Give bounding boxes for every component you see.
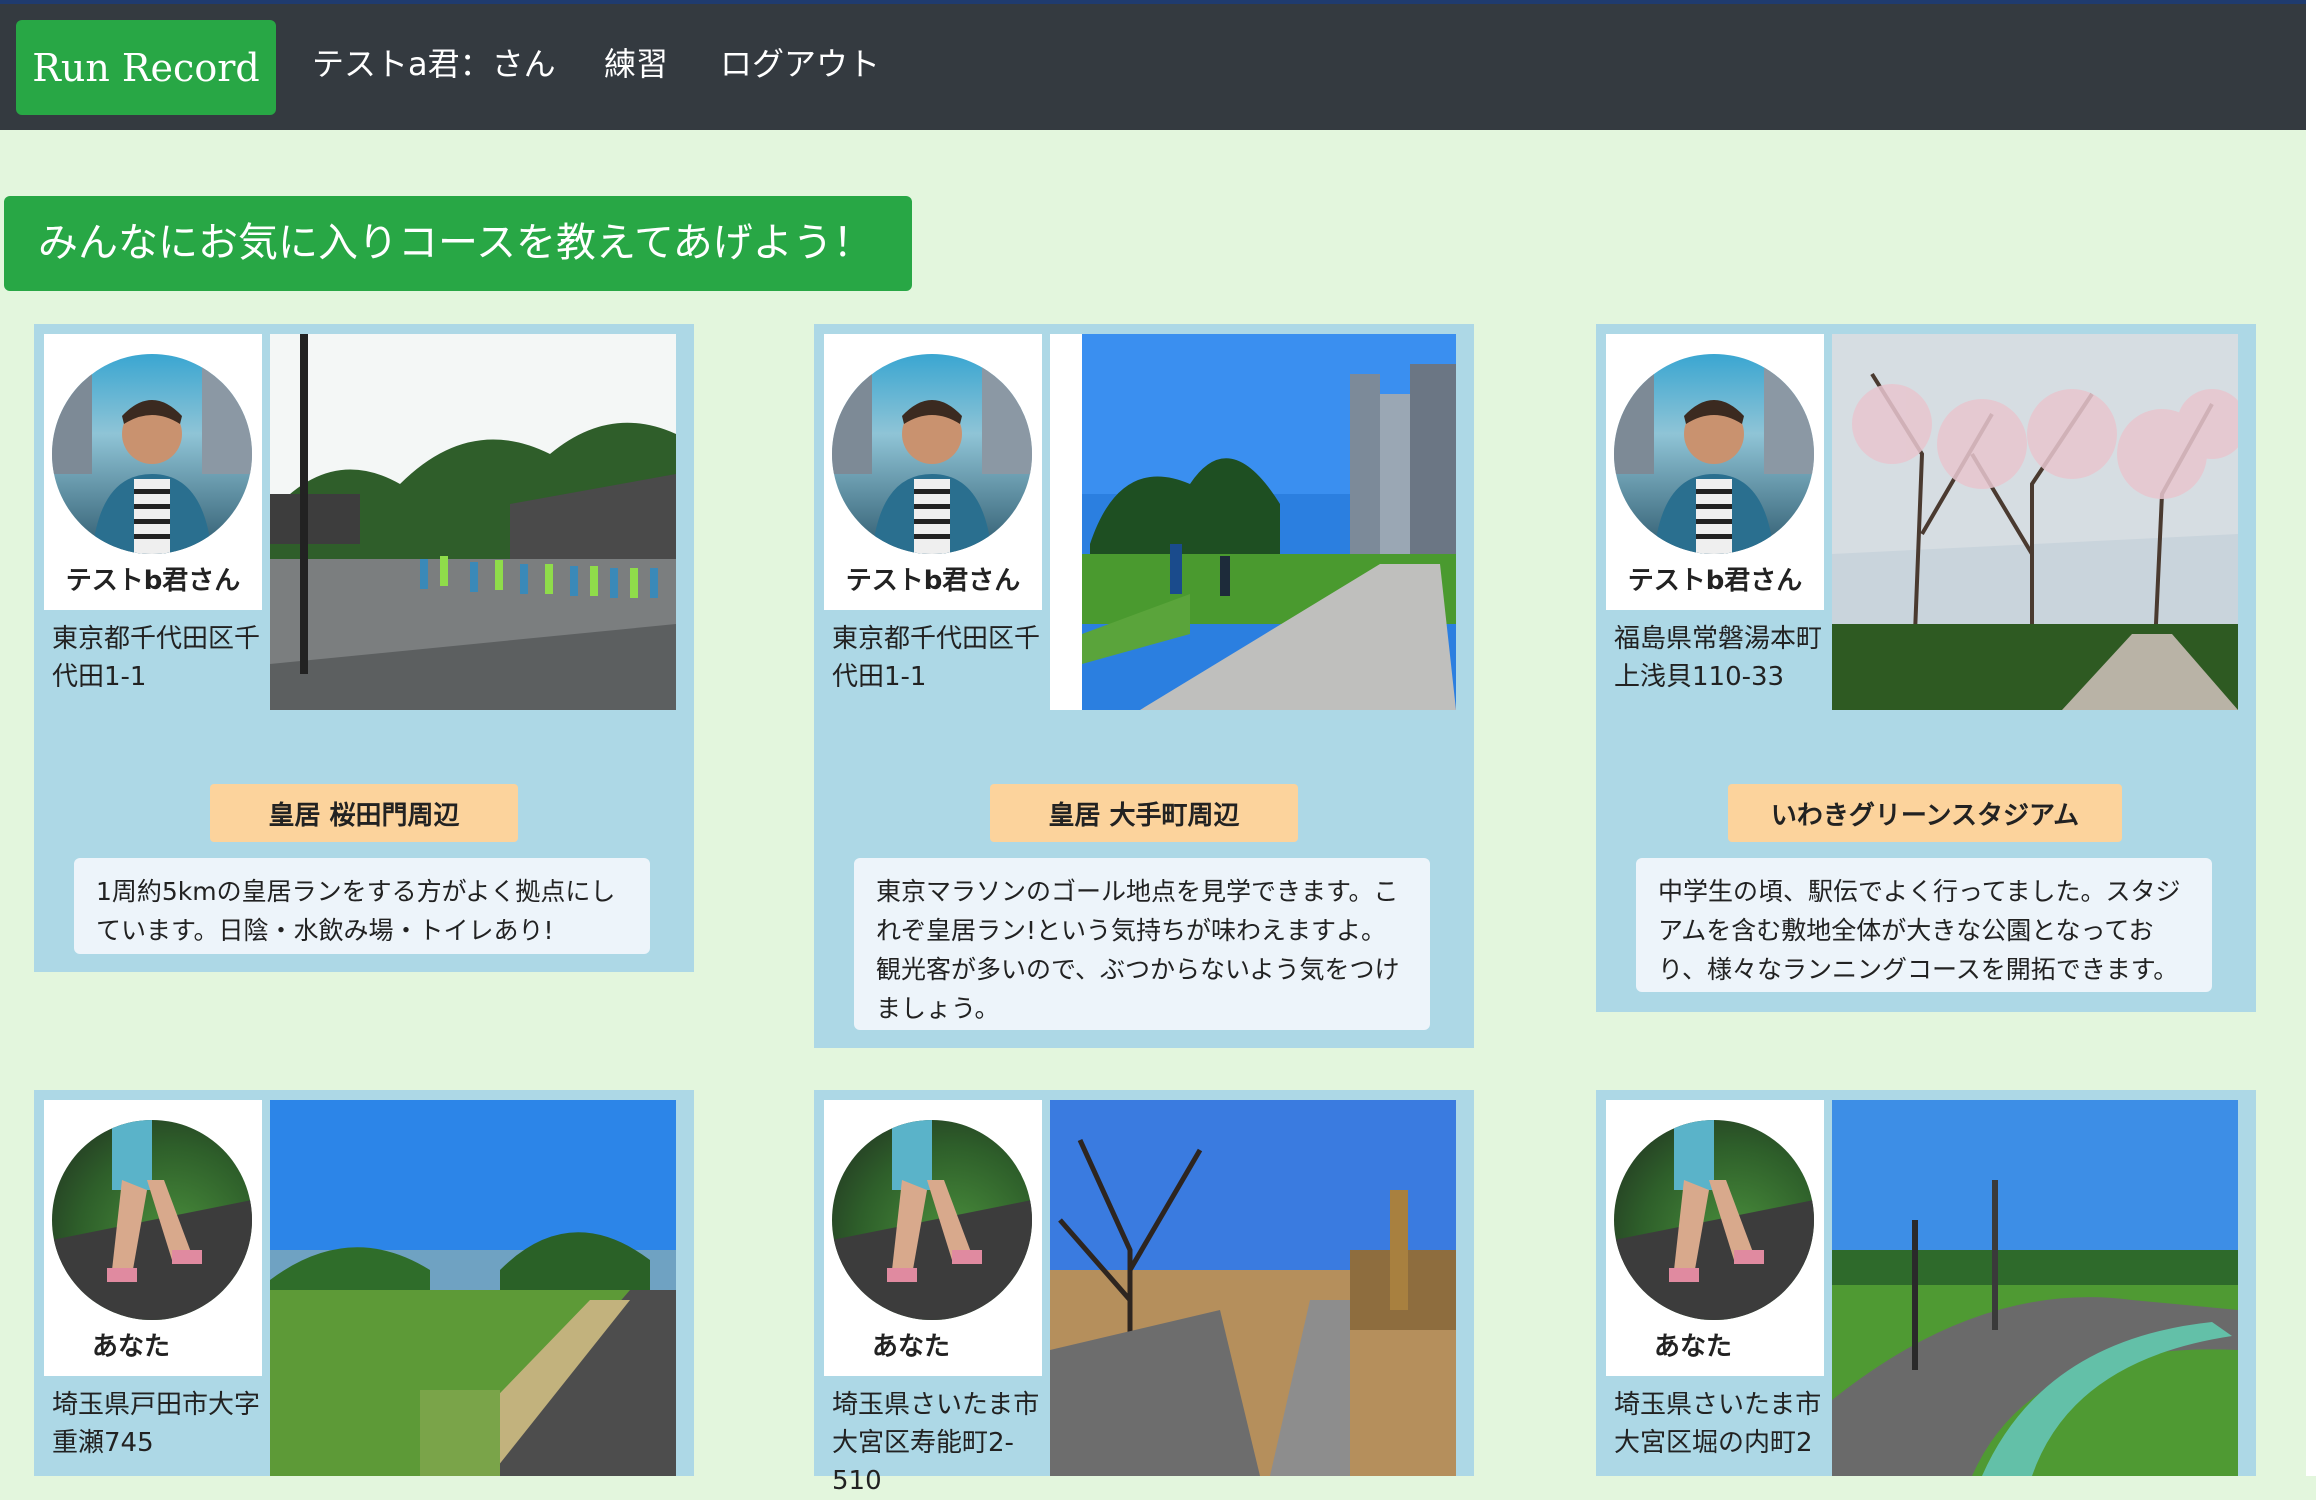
course-photo[interactable] bbox=[1832, 334, 2238, 710]
user-profile[interactable]: テストb君さん bbox=[824, 334, 1042, 610]
course-card: あなた 埼玉県さいたま市大宮区堀の内町2 bbox=[1596, 1090, 2256, 1476]
user-name: テストb君さん bbox=[65, 566, 241, 596]
user-profile[interactable]: あなた bbox=[44, 1100, 262, 1376]
course-card: テストb君さん 東京都千代田区千代田1-1 皇居 桜田門周辺 1周約5kmの皇居… bbox=[34, 324, 694, 972]
avatar bbox=[1614, 354, 1814, 554]
user-profile[interactable]: あなた bbox=[1606, 1100, 1824, 1376]
course-card: テストb君さん 福島県常磐湯本町上浅貝110-33 いわきグリーンスタジアム 中… bbox=[1596, 324, 2256, 1012]
course-photo[interactable] bbox=[1050, 334, 1456, 710]
course-card: あなた 埼玉県戸田市大字重瀬745 bbox=[34, 1090, 694, 1476]
course-name-button[interactable]: 皇居 大手町周辺 bbox=[990, 784, 1298, 842]
course-photo[interactable] bbox=[1832, 1100, 2238, 1476]
course-comment: 1周約5kmの皇居ランをする方がよく拠点にしています。日陰・水飲み場・トイレあり… bbox=[74, 858, 650, 954]
nav-practice-link[interactable]: 練習 bbox=[604, 44, 668, 84]
user-name: あなた bbox=[872, 1332, 951, 1362]
avatar bbox=[52, 354, 252, 554]
course-photo[interactable] bbox=[270, 1100, 676, 1476]
scrollbar-track[interactable] bbox=[2306, 0, 2316, 1476]
user-name: あなた bbox=[1654, 1332, 1733, 1362]
user-profile[interactable]: テストb君さん bbox=[1606, 334, 1824, 610]
course-photo[interactable] bbox=[270, 334, 676, 710]
user-name: テストb君さん bbox=[845, 566, 1021, 596]
course-comment: 中学生の頃、駅伝でよく行ってました。スタジアムを含む敷地全体が大きな公園となって… bbox=[1636, 858, 2212, 992]
course-name-button[interactable]: いわきグリーンスタジアム bbox=[1728, 784, 2122, 842]
user-name: テストb君さん bbox=[1627, 566, 1803, 596]
course-address: 東京都千代田区千代田1-1 bbox=[52, 624, 261, 692]
course-address: 埼玉県戸田市大字重瀬745 bbox=[52, 1390, 261, 1458]
user-name: あなた bbox=[92, 1332, 171, 1362]
course-address: 埼玉県さいたま市大宮区堀の内町2 bbox=[1614, 1390, 1822, 1458]
avatar bbox=[832, 1120, 1032, 1320]
nav-user-label[interactable]: テストa君：さん bbox=[312, 44, 556, 84]
course-card: テストb君さん 東京都千代田区千代田1-1 皇居 大手町周辺 東京マラソンのゴー… bbox=[814, 324, 1474, 1048]
navbar: Run Record テストa君：さん 練習 ログアウト bbox=[0, 4, 2306, 130]
course-comment: 東京マラソンのゴール地点を見学できます。これぞ皇居ラン!という気持ちが味わえます… bbox=[854, 858, 1430, 1030]
page-banner: みんなにお気に入りコースを教えてあげよう！ bbox=[4, 196, 912, 291]
course-address: 埼玉県さいたま市大宮区寿能町2-510 bbox=[832, 1390, 1040, 1496]
avatar bbox=[52, 1120, 252, 1320]
course-card: あなた 埼玉県さいたま市大宮区寿能町2-510 bbox=[814, 1090, 1474, 1496]
user-profile[interactable]: テストb君さん bbox=[44, 334, 262, 610]
course-address: 福島県常磐湯本町上浅貝110-33 bbox=[1614, 624, 1823, 692]
user-profile[interactable]: あなた bbox=[824, 1100, 1042, 1376]
course-address: 東京都千代田区千代田1-1 bbox=[832, 624, 1041, 692]
avatar bbox=[1614, 1120, 1814, 1320]
avatar bbox=[832, 354, 1032, 554]
nav-logout-link[interactable]: ログアウト bbox=[720, 44, 880, 84]
course-name-button[interactable]: 皇居 桜田門周辺 bbox=[210, 784, 518, 842]
brand-button[interactable]: Run Record bbox=[16, 20, 276, 115]
course-photo[interactable] bbox=[1050, 1100, 1456, 1476]
